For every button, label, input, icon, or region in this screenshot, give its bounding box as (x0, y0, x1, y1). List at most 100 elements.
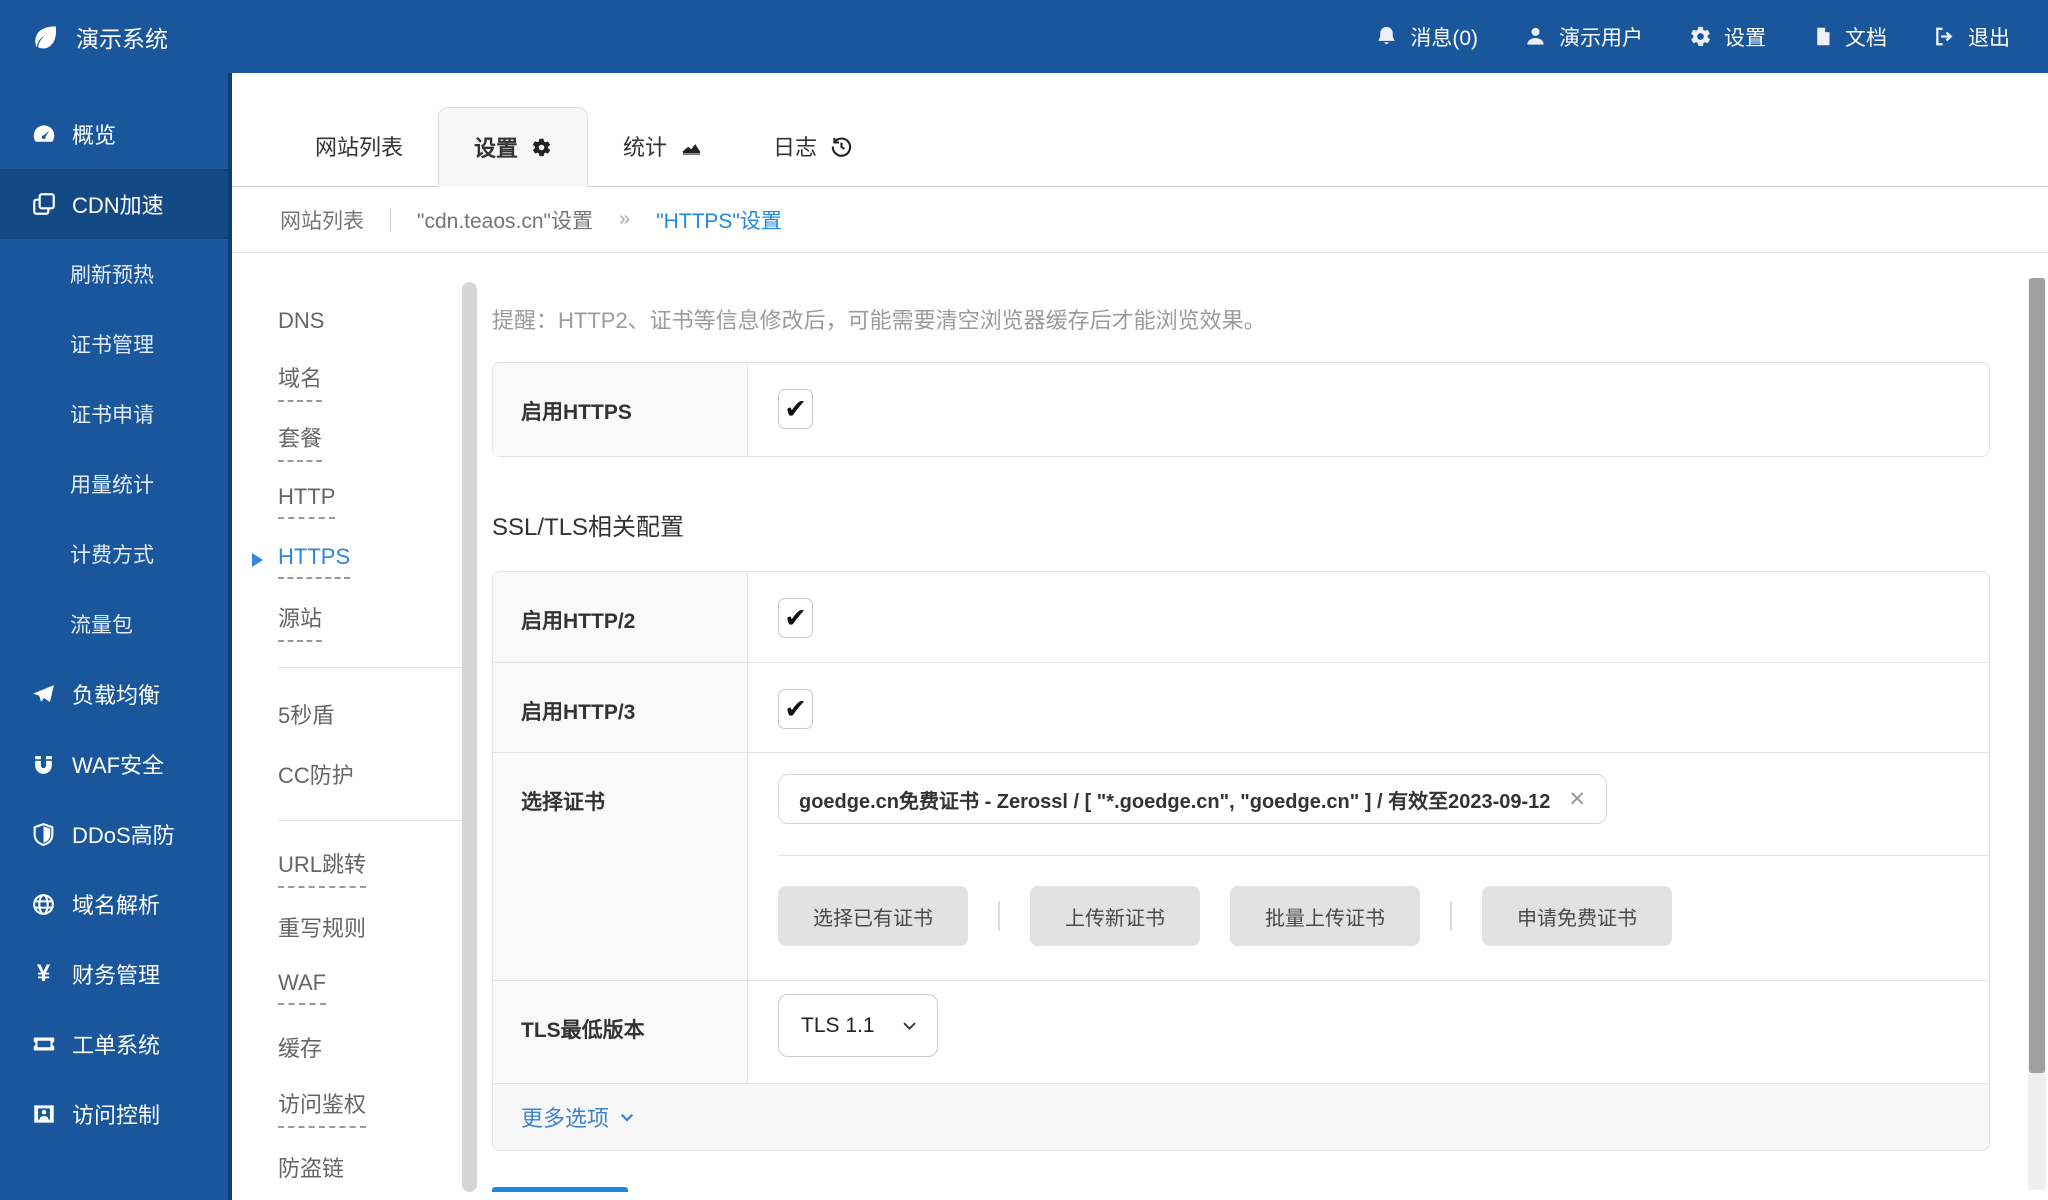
submenu-item-waf[interactable]: WAF (278, 957, 462, 1017)
topbar-docs[interactable]: 文档 (1812, 22, 1887, 52)
http2-enable-checkbox[interactable]: ✔ (778, 598, 813, 638)
submenu-item-https[interactable]: HTTPS (278, 531, 462, 591)
app-logo[interactable]: 演示系统 (0, 20, 168, 54)
https-enable-checkbox[interactable]: ✔ (778, 389, 813, 429)
batch-upload-cert-button[interactable]: 批量上传证书 (1230, 886, 1420, 946)
submenu-label[interactable]: 套餐 (278, 421, 322, 462)
select-existing-cert-button[interactable]: 选择已有证书 (778, 886, 968, 946)
breadcrumb-https-settings[interactable]: "HTTPS"设置 (656, 205, 782, 235)
sidebar-item-traffic-package[interactable]: 流量包 (0, 589, 228, 659)
submenu-label[interactable]: 5秒盾 (278, 698, 334, 730)
topbar-user[interactable]: 演示用户 (1524, 22, 1643, 52)
sidebar-item-refresh-preheat[interactable]: 刷新预热 (0, 239, 228, 309)
topbar-settings-label: 设置 (1724, 22, 1766, 52)
tab-site-list[interactable]: 网站列表 (280, 106, 438, 186)
close-icon[interactable]: ✕ (1568, 787, 1586, 812)
button-separator (998, 901, 1000, 931)
window-scrollbar-thumb[interactable] (2029, 278, 2045, 1073)
more-options-row: 更多选项 (493, 1083, 1989, 1150)
sidebar-item-cert-apply[interactable]: 证书申请 (0, 379, 228, 449)
row-value: ✔ (748, 572, 1989, 662)
submenu-item-cc-protect[interactable]: CC防护 (278, 744, 462, 804)
submenu-item-url-redirect[interactable]: URL跳转 (278, 837, 462, 897)
submenu-item-auth[interactable]: 访问鉴权 (278, 1077, 462, 1137)
row-label: 选择证书 (493, 753, 748, 980)
sidebar-item-label: 计费方式 (70, 539, 154, 569)
tls-min-version-select[interactable]: TLS 1.1 (778, 994, 938, 1057)
https-settings-panel: 提醒：HTTP2、证书等信息修改后，可能需要清空浏览器缓存后才能浏览效果。 启用… (462, 253, 2048, 1199)
submenu-label[interactable]: 域名 (278, 361, 322, 402)
topbar-user-label: 演示用户 (1559, 22, 1643, 52)
tab-logs[interactable]: 日志 (738, 106, 888, 186)
checkmark-icon: ✔ (784, 396, 807, 423)
submenu-label[interactable]: HTTPS (278, 544, 350, 579)
submenu-item-rewrite[interactable]: 重写规则 (278, 897, 462, 957)
magnet-icon (30, 752, 57, 777)
button-separator (1450, 901, 1452, 931)
globe-icon (30, 892, 57, 917)
submenu-label[interactable]: 防盗链 (278, 1151, 344, 1183)
submenu-label[interactable]: 源站 (278, 601, 322, 642)
sidebar-item-waf[interactable]: WAF安全 (0, 729, 228, 799)
sidebar-item-billing-method[interactable]: 计费方式 (0, 519, 228, 589)
more-options-link[interactable]: 更多选项 (521, 1101, 636, 1133)
tab-settings[interactable]: 设置 (438, 107, 588, 187)
tab-statistics[interactable]: 统计 (588, 106, 738, 186)
ssl-tls-table: 启用HTTP/2 ✔ 启用HTTP/3 ✔ (492, 571, 1990, 1151)
topbar-docs-label: 文档 (1845, 22, 1887, 52)
apply-free-cert-button[interactable]: 申请免费证书 (1482, 886, 1672, 946)
table-row: 启用HTTP/2 ✔ (493, 572, 1989, 662)
sidebar-item-overview[interactable]: 概览 (0, 99, 228, 169)
http3-enable-checkbox[interactable]: ✔ (778, 689, 813, 729)
sidebar-item-label: 域名解析 (72, 888, 160, 920)
checkmark-icon: ✔ (784, 696, 807, 723)
row-value: ✔ (748, 663, 1989, 752)
submenu-item-dns[interactable]: DNS (278, 291, 462, 351)
submenu-item-cache[interactable]: 缓存 (278, 1017, 462, 1077)
submenu-label[interactable]: DNS (278, 308, 324, 334)
upload-new-cert-button[interactable]: 上传新证书 (1030, 886, 1200, 946)
sidebar-item-dns[interactable]: 域名解析 (0, 869, 228, 939)
submenu-label[interactable]: 重写规则 (278, 911, 366, 943)
sidebar-item-load-balancer[interactable]: 负载均衡 (0, 659, 228, 729)
sidebar-item-label: 工单系统 (72, 1028, 160, 1060)
sidebar-item-cert-manage[interactable]: 证书管理 (0, 309, 228, 379)
submenu-item-plan[interactable]: 套餐 (278, 411, 462, 471)
row-value: TLS 1.1 (748, 981, 1989, 1083)
sidebar-item-ddos[interactable]: DDoS高防 (0, 799, 228, 869)
submenu-label[interactable]: WAF (278, 970, 326, 1005)
sidebar-item-label: 财务管理 (72, 958, 160, 990)
sidebar-item-finance[interactable]: ¥ 财务管理 (0, 939, 228, 1009)
topbar-messages[interactable]: 消息(0) (1375, 22, 1478, 52)
submenu-item-5s-shield[interactable]: 5秒盾 (278, 684, 462, 744)
breadcrumb-site-settings[interactable]: "cdn.teaos.cn"设置 (417, 205, 593, 235)
submenu-item-hotlink[interactable]: 防盗链 (278, 1137, 462, 1197)
sidebar-item-tickets[interactable]: 工单系统 (0, 1009, 228, 1079)
submenu-label[interactable]: CC防护 (278, 758, 354, 790)
ticket-icon (30, 1031, 57, 1057)
topbar-logout[interactable]: 退出 (1933, 22, 2010, 52)
sidebar-item-cdn[interactable]: CDN加速 (0, 169, 228, 239)
submenu-item-domain[interactable]: 域名 (278, 351, 462, 411)
copy-icon (30, 191, 57, 217)
submenu-item-origin[interactable]: 源站 (278, 591, 462, 651)
sidebar-item-access-control[interactable]: 访问控制 (0, 1079, 228, 1149)
tls-min-version-value: TLS 1.1 (801, 1014, 875, 1038)
submenu-label[interactable]: HTTP (278, 484, 335, 519)
sidebar-item-label: 访问控制 (72, 1098, 160, 1130)
submenu-scrollbar[interactable] (462, 282, 477, 1192)
save-button-clipped[interactable] (492, 1187, 628, 1192)
tab-bar: 网站列表 设置 统计 日志 (232, 73, 2048, 187)
topbar-settings[interactable]: 设置 (1689, 22, 1766, 52)
sidebar-item-label: DDoS高防 (72, 818, 175, 850)
settings-body: DNS 域名 套餐 HTTP HTTPS 源站 5秒盾 CC (232, 253, 2048, 1199)
tab-label: 网站列表 (315, 130, 403, 162)
submenu-label[interactable]: 缓存 (278, 1031, 322, 1063)
submenu-item-http[interactable]: HTTP (278, 471, 462, 531)
breadcrumb-site-list[interactable]: 网站列表 (280, 205, 364, 235)
sidebar-item-usage-stats[interactable]: 用量统计 (0, 449, 228, 519)
row-label: 启用HTTPS (493, 363, 748, 456)
submenu-label[interactable]: URL跳转 (278, 847, 366, 888)
submenu-label[interactable]: 访问鉴权 (278, 1087, 366, 1128)
tab-label: 设置 (474, 131, 518, 163)
